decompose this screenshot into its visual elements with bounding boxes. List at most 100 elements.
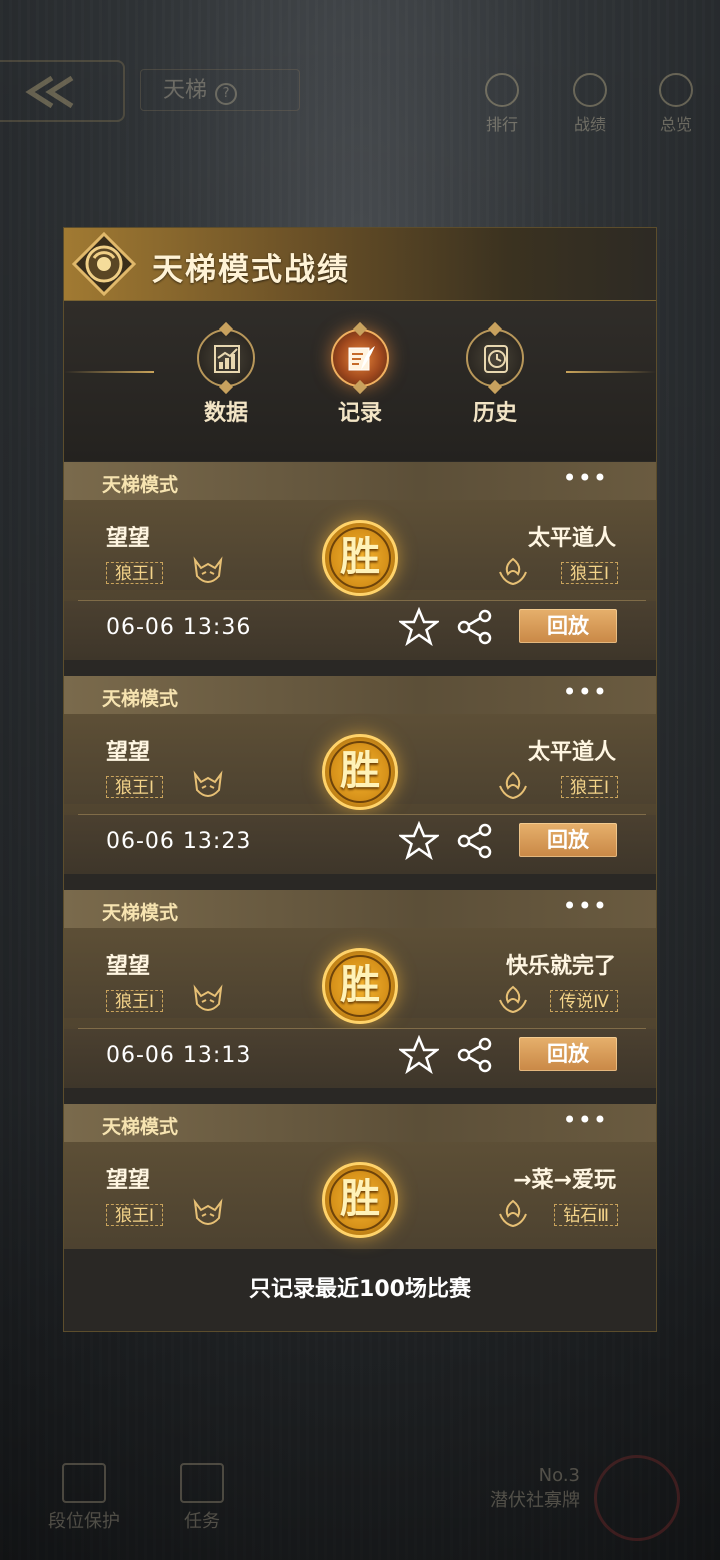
rank-emblem-icon[interactable]	[594, 1455, 680, 1541]
card-body: 望望 狼王Ⅰ 胜 太平道人 狼王Ⅰ	[64, 714, 656, 810]
card-header: 天梯模式 •••	[64, 1104, 656, 1142]
player2-rank: 传说Ⅳ	[550, 990, 618, 1012]
tab-divider-left	[64, 371, 154, 373]
card-body: 望望 狼王Ⅰ 胜 →菜→爱玩 钻石Ⅲ	[64, 1142, 656, 1249]
more-options-button[interactable]: •••	[563, 678, 608, 706]
panel-header: 天梯模式战绩	[64, 228, 656, 301]
share-icon[interactable]	[457, 609, 493, 645]
task-button[interactable]: 任务	[180, 1463, 224, 1533]
tab-divider-right	[566, 371, 656, 373]
match-mode: 天梯模式	[102, 902, 179, 924]
player2-name[interactable]: 太平道人	[528, 520, 616, 552]
share-icon[interactable]	[457, 823, 493, 859]
tab-records[interactable]: 记录	[315, 321, 405, 427]
player2-rank: 狼王Ⅰ	[560, 776, 618, 798]
ladder-emblem-icon	[72, 232, 136, 296]
wolf-class-icon	[193, 770, 223, 797]
card-header: 天梯模式 •••	[64, 462, 656, 500]
player2-name[interactable]: →菜→爱玩	[513, 1162, 616, 1194]
ranking-label: 排行	[485, 115, 518, 134]
back-button[interactable]	[0, 60, 125, 122]
tab-records-circle	[331, 321, 389, 395]
player1-name[interactable]: 望望	[106, 734, 150, 766]
match-time: 06-06 13:36	[106, 615, 252, 640]
player2-name[interactable]: 快乐就完了	[506, 948, 616, 980]
history-icon	[484, 345, 508, 373]
record-panel: 天梯模式战绩 数据 记录 历史 天梯模式 ••• 望望 狼王Ⅰ 胜 太平道人 狼…	[63, 227, 657, 1332]
match-mode: 天梯模式	[102, 1116, 179, 1138]
overview-label: 总览	[659, 115, 692, 134]
bottom-bar: 段位保护 任务 No.3 潜伏社寡牌	[0, 1455, 720, 1545]
match-card: 天梯模式 ••• 望望 狼王Ⅰ 胜 太平道人 狼王Ⅰ 06-06 13:23 回…	[64, 676, 656, 874]
player1-name[interactable]: 望望	[106, 948, 150, 980]
taoist-class-icon	[499, 771, 527, 800]
trophy-icon	[485, 73, 519, 107]
help-icon[interactable]: ?	[215, 83, 238, 105]
card-footer: 06-06 13:13 回放	[64, 1029, 656, 1088]
player1-rank: 狼王Ⅰ	[106, 990, 164, 1012]
favorite-star-icon[interactable]	[399, 1035, 439, 1075]
player1-rank: 狼王Ⅰ	[106, 776, 164, 798]
win-badge: 胜	[322, 1162, 398, 1238]
match-time: 06-06 13:13	[106, 1043, 252, 1068]
tab-records-label: 记录	[337, 401, 382, 426]
rank-number: No.3	[538, 1465, 580, 1486]
more-options-button[interactable]: •••	[563, 464, 608, 492]
record-label: 战绩	[573, 115, 606, 134]
taoist-class-icon	[499, 985, 527, 1014]
player2-name[interactable]: 太平道人	[528, 734, 616, 766]
match-card: 天梯模式 ••• 望望 狼王Ⅰ 胜 →菜→爱玩 钻石Ⅲ	[64, 1104, 656, 1249]
rank-protection-label: 段位保护	[48, 1511, 120, 1532]
shield-badge-icon	[62, 1463, 106, 1503]
replay-button[interactable]: 回放	[519, 823, 617, 857]
record-limit-note: 只记录最近100场比赛	[249, 1277, 471, 1302]
card-footer: 06-06 13:36 回放	[64, 601, 656, 660]
overview-button[interactable]: 总览	[646, 73, 706, 135]
tab-data[interactable]: 数据	[181, 321, 271, 427]
tab-diamond-top	[218, 321, 234, 337]
task-icon	[180, 1463, 224, 1503]
share-icon[interactable]	[457, 1037, 493, 1073]
card-footer: 06-06 13:23 回放	[64, 815, 656, 874]
panel-title: 天梯模式战绩	[152, 252, 350, 288]
tab-diamond-bottom	[352, 379, 368, 395]
player2-rank: 狼王Ⅰ	[560, 562, 618, 584]
card-body: 望望 狼王Ⅰ 胜 快乐就完了 传说Ⅳ	[64, 928, 656, 1024]
match-mode: 天梯模式	[102, 474, 179, 496]
page-title-text: 天梯	[163, 78, 208, 103]
taoist-class-icon	[499, 557, 527, 586]
more-options-button[interactable]: •••	[563, 1106, 608, 1134]
match-card: 天梯模式 ••• 望望 狼王Ⅰ 胜 太平道人 狼王Ⅰ 06-06 13:36 回…	[64, 462, 656, 660]
tab-data-circle	[197, 321, 255, 395]
player1-rank: 狼王Ⅰ	[106, 562, 164, 584]
player1-name[interactable]: 望望	[106, 1162, 150, 1194]
tab-history[interactable]: 历史	[450, 321, 540, 427]
card-header: 天梯模式 •••	[64, 890, 656, 928]
rank-protection-button[interactable]: 段位保护	[48, 1463, 120, 1533]
record-button[interactable]: 战绩	[560, 73, 620, 135]
card-header: 天梯模式 •••	[64, 676, 656, 714]
win-ring	[329, 741, 391, 803]
player1-name[interactable]: 望望	[106, 520, 150, 552]
win-ring	[329, 955, 391, 1017]
match-card: 天梯模式 ••• 望望 狼王Ⅰ 胜 快乐就完了 传说Ⅳ 06-06 13:13	[64, 890, 656, 1088]
task-label: 任务	[184, 1511, 220, 1532]
replay-button[interactable]: 回放	[519, 609, 617, 643]
tab-data-label: 数据	[203, 401, 248, 426]
wolf-class-icon	[193, 556, 223, 583]
tab-diamond-top	[487, 321, 503, 337]
win-ring	[329, 527, 391, 589]
replay-button[interactable]: 回放	[519, 1037, 617, 1071]
favorite-star-icon[interactable]	[399, 821, 439, 861]
more-options-button[interactable]: •••	[563, 892, 608, 920]
overview-icon	[659, 73, 693, 107]
win-badge: 胜	[322, 520, 398, 596]
ranking-button[interactable]: 排行	[472, 73, 532, 135]
back-arrow-icon	[25, 75, 74, 109]
shield-icon	[573, 73, 607, 107]
tab-diamond-top	[352, 321, 368, 337]
favorite-star-icon[interactable]	[399, 607, 439, 647]
win-ring	[329, 1169, 391, 1231]
tab-history-label: 历史	[472, 401, 517, 426]
rank-name: 潜伏社寡牌	[490, 1490, 580, 1511]
